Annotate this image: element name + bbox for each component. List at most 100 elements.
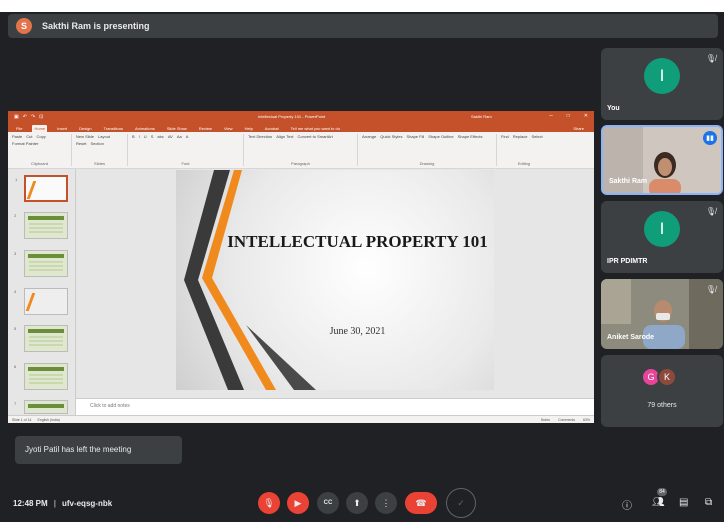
section-command: Section <box>90 141 104 146</box>
presenting-text: Sakthi Ram is presenting <box>42 21 150 31</box>
thumbnail-number: 6 <box>14 364 17 369</box>
ppt-status-bar: Slide 1 of 14 English (India) Notes Comm… <box>8 415 594 423</box>
video-mask <box>656 313 670 320</box>
slide-thumbnail: 2 <box>14 212 68 239</box>
slide-title: INTELLECTUAL PROPERTY 101 <box>227 232 488 251</box>
reset-command: Reset <box>76 141 87 146</box>
ppt-tell-me: Tell me what you want to do <box>290 126 340 131</box>
others-avatars: G K <box>641 367 677 387</box>
activity-check-button[interactable]: ✓ <box>446 488 476 518</box>
slide-date: June 30, 2021 <box>329 326 386 337</box>
participant-tile-aniket[interactable]: 🎙︎̸ Aniket Sarode <box>601 279 723 349</box>
shadow-command: S <box>150 134 154 139</box>
meeting-code: ufv-eqsg-nbk <box>61 499 113 508</box>
participant-count-badge: 84 <box>657 488 667 496</box>
thumbnail-text <box>29 374 63 386</box>
participant-name: You <box>607 105 620 112</box>
ppt-ribbon-tabs: File Home Insert Design Transitions Anim… <box>8 123 594 132</box>
participant-avatar: I <box>644 211 680 247</box>
window-top-edge <box>0 0 724 12</box>
participant-tile-others[interactable]: G K 79 others <box>601 355 723 427</box>
thumbnail-number: 2 <box>14 213 17 218</box>
mic-off-icon: 🎙︎̸ <box>705 285 716 294</box>
current-slide: INTELLECTUAL PROPERTY 101 June 30, 2021 <box>176 170 494 390</box>
layout-command: Layout <box>98 134 111 139</box>
thumbnail-number: 7 <box>14 401 17 406</box>
maximize-icon: □ <box>566 113 570 119</box>
slide-thumbnail: 6 <box>14 363 68 390</box>
thumbnail-band <box>28 329 64 333</box>
info-icon[interactable]: ⓘ <box>622 497 632 512</box>
mic-toggle-button[interactable]: 🎙︎ <box>258 492 280 514</box>
ppt-tab: Transitions <box>103 126 124 131</box>
ribbon-group-label: Slides <box>94 161 105 166</box>
thumbnail-chevron <box>25 293 43 311</box>
video-shelf <box>601 279 631 324</box>
thumbnail-text <box>29 223 63 235</box>
thumbnail-text <box>29 261 63 273</box>
ribbon-group-font: B I U S abc AV Aa A Font <box>132 134 244 166</box>
slide-thumbnails-pane: 1 2 3 4 5 6 7 <box>8 169 76 415</box>
bold-command: B <box>132 134 135 139</box>
present-button[interactable]: ⬆︎ <box>346 492 368 514</box>
start-from-beginning-icon: ⊡ <box>39 114 44 120</box>
ppt-title-bar: ▣ ↶ ↷ ⊡ Intellectual Property 101 - Powe… <box>8 111 594 123</box>
zoom-level: 63% <box>582 417 590 422</box>
ppt-workspace: 1 2 3 4 5 6 7 INTELLECTUAL PROPERTY 101 … <box>8 169 594 415</box>
thumbnail-band <box>28 367 64 371</box>
camera-toggle-button[interactable]: ▶︎ <box>287 492 309 514</box>
window-controls: ─ □ ✕ <box>549 113 588 119</box>
participant-avatar: K <box>657 367 677 387</box>
ppt-document-title: Intellectual Property 101 - PowerPoint <box>258 114 326 119</box>
speaking-indicator-icon: ▮▮ <box>703 131 717 145</box>
select-command: Select <box>531 134 543 139</box>
leave-call-button[interactable]: ☎︎ <box>405 492 437 514</box>
notes-pane: Click to add notes <box>76 398 594 415</box>
ppt-tab: File <box>16 126 23 131</box>
ppt-ribbon: Paste Cut Copy Format Painter Clipboard … <box>8 132 594 169</box>
hangup-icon: ☎︎ <box>415 497 427 508</box>
save-icon: ▣ <box>14 114 19 120</box>
quick-styles-command: Quick Styles <box>380 134 403 139</box>
presenting-banner: S Sakthi Ram is presenting <box>8 14 718 38</box>
ribbon-group-label: Font <box>181 161 190 166</box>
ppt-tab: Review <box>198 126 212 131</box>
thumbnail-band <box>28 254 64 258</box>
participant-name: IPR PDIMTR <box>607 258 648 265</box>
quick-access-toolbar: ▣ ↶ ↷ ⊡ <box>14 114 43 120</box>
ppt-user-name: Sakthi Ram <box>471 114 492 119</box>
people-icon[interactable]: 👥︎ <box>652 497 665 508</box>
ribbon-group-drawing: Arrange Quick Styles Shape Fill Shape Ou… <box>362 134 497 166</box>
ribbon-group-clipboard: Paste Cut Copy Format Painter Clipboard <box>12 134 72 166</box>
activities-icon[interactable]: ⧉ <box>705 497 712 508</box>
replace-command: Replace <box>512 134 528 139</box>
slide-thumbnail: 4 <box>14 288 68 315</box>
thumbnail-band <box>28 216 64 220</box>
change-case-command: Aa <box>176 134 182 139</box>
format-painter-command: Format Painter <box>12 141 39 146</box>
italic-command: I <box>138 134 140 139</box>
thumbnail-number: 1 <box>15 177 18 182</box>
video-face <box>658 158 672 176</box>
ppt-tab: Slide Show <box>166 126 187 131</box>
participant-tile-ipr[interactable]: I 🎙︎̸ IPR PDIMTR <box>601 201 723 273</box>
ppt-tab: Design <box>79 126 92 131</box>
ribbon-group-label: Paragraph <box>291 161 310 166</box>
thumbnail-number: 5 <box>14 326 17 331</box>
new-slide-command: New Slide <box>76 134 95 139</box>
language-status: English (India) <box>37 417 60 422</box>
underline-command: U <box>143 134 147 139</box>
thumbnail-band <box>28 404 64 408</box>
captions-button[interactable]: CC <box>317 492 339 514</box>
slide-count: Slide 1 of 14 <box>12 417 32 422</box>
ppt-tab: Animations <box>135 126 155 131</box>
presenter-avatar: S <box>16 18 32 34</box>
strikethrough-command: abc <box>157 134 164 139</box>
mic-off-icon: 🎙︎ <box>263 497 275 508</box>
shape-effects-command: Shape Effects <box>457 134 483 139</box>
participant-tile-sakthi[interactable]: ▮▮ Sakthi Ram <box>601 125 723 195</box>
participant-tile-you[interactable]: I 🎙︎̸ You <box>601 48 723 120</box>
chat-icon[interactable]: ▤ <box>679 497 688 508</box>
ppt-tab-active: Home <box>32 125 48 132</box>
more-options-button[interactable]: ⋮ <box>375 492 397 514</box>
